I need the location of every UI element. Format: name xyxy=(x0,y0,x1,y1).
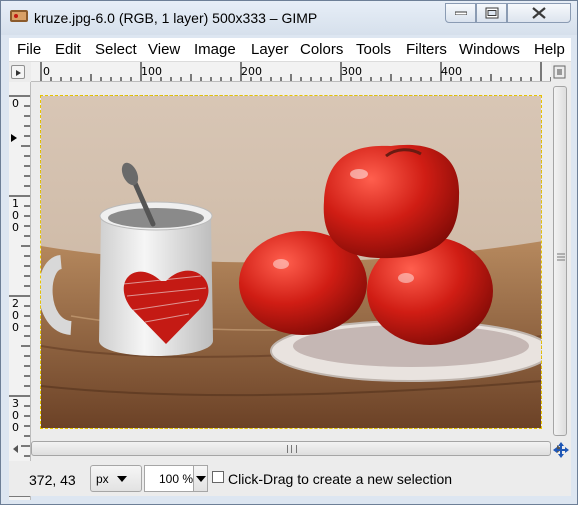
gimp-icon xyxy=(10,10,28,22)
ruler-label: 3 xyxy=(12,397,19,410)
ruler-label: 300 xyxy=(341,65,362,78)
menu-colors[interactable]: Colors xyxy=(300,41,343,58)
vertical-scrollbar[interactable] xyxy=(551,82,569,442)
quick-mask-menu-button[interactable] xyxy=(11,65,25,79)
close-button[interactable] xyxy=(507,3,571,23)
chevron-down-icon xyxy=(196,476,206,482)
maximize-button[interactable] xyxy=(476,3,507,23)
ruler-label: 0 xyxy=(12,421,19,434)
navigate-icon[interactable] xyxy=(552,441,570,459)
minimize-button[interactable] xyxy=(445,3,476,23)
menu-edit[interactable]: Edit xyxy=(55,41,81,58)
ruler-label: 0 xyxy=(12,409,19,422)
ruler-label: 2 xyxy=(12,297,19,310)
gimp-window: kruze.jpg-6.0 (RGB, 1 layer) 500x333 – G… xyxy=(0,0,578,505)
grip-icon xyxy=(557,253,565,261)
unit-dropdown[interactable]: px xyxy=(90,465,142,492)
vertical-scroll-thumb[interactable] xyxy=(553,86,567,436)
zoom-dropdown-button[interactable] xyxy=(193,465,208,492)
ruler-pointer-icon xyxy=(11,134,17,142)
menu-bar: File Edit Select View Image Layer Colors… xyxy=(9,38,571,62)
pointer-coordinates: 372, 43 xyxy=(29,472,76,488)
rectangle-select-icon xyxy=(212,471,224,483)
menu-arrow-icon xyxy=(16,70,21,76)
ruler-label: 200 xyxy=(241,65,262,78)
image-canvas[interactable] xyxy=(31,83,551,439)
ruler-label: 0 xyxy=(12,221,19,234)
ruler-label: 0 xyxy=(12,309,19,322)
window-title: kruze.jpg-6.0 (RGB, 1 layer) 500x333 – G… xyxy=(34,10,318,26)
ruler-ticks xyxy=(40,62,551,81)
minimize-icon xyxy=(454,11,467,15)
ruler-label: 0 xyxy=(43,65,50,78)
menu-layer[interactable]: Layer xyxy=(251,41,289,58)
photo-image xyxy=(41,96,541,428)
menu-select[interactable]: Select xyxy=(95,41,137,58)
grip-icon xyxy=(287,445,297,453)
ruler-label: 100 xyxy=(141,65,162,78)
close-icon xyxy=(532,7,546,19)
ruler-label: 400 xyxy=(441,65,462,78)
unit-value: px xyxy=(96,472,109,486)
zoom-value: 100 % xyxy=(159,472,194,486)
menu-help[interactable]: Help xyxy=(534,41,565,58)
title-bar[interactable]: kruze.jpg-6.0 (RGB, 1 layer) 500x333 – G… xyxy=(1,1,577,35)
status-message: Click-Drag to create a new selection xyxy=(228,471,453,487)
menu-tools[interactable]: Tools xyxy=(356,41,391,58)
ruler-label: 0 xyxy=(12,321,19,334)
chevron-down-icon xyxy=(117,476,127,482)
status-bar: 372, 43 px 100 % Click-Drag to create a … xyxy=(9,461,571,496)
image-workspace: 0 100 200 300 400 0 1 0 0 2 0 0 3 0 0 37… xyxy=(9,62,571,500)
scroll-left-icon[interactable] xyxy=(13,445,18,453)
horizontal-scrollbar[interactable] xyxy=(13,440,562,458)
ruler-ticks xyxy=(9,95,30,497)
image-layer[interactable] xyxy=(40,95,542,429)
ruler-label: 1 xyxy=(12,197,19,210)
ruler-label: 0 xyxy=(12,97,19,110)
ruler-label: 0 xyxy=(12,209,19,222)
menu-windows[interactable]: Windows xyxy=(459,41,520,58)
menu-image[interactable]: Image xyxy=(194,41,236,58)
menu-file[interactable]: File xyxy=(17,41,41,58)
menu-view[interactable]: View xyxy=(148,41,180,58)
maximize-icon xyxy=(485,7,498,19)
horizontal-scroll-thumb[interactable] xyxy=(31,441,551,456)
vertical-ruler[interactable]: 0 1 0 0 2 0 0 3 0 0 xyxy=(9,82,31,500)
zoom-lock-icon[interactable] xyxy=(553,64,567,80)
menu-filters[interactable]: Filters xyxy=(406,41,447,58)
horizontal-ruler[interactable]: 0 100 200 300 400 xyxy=(31,62,551,82)
